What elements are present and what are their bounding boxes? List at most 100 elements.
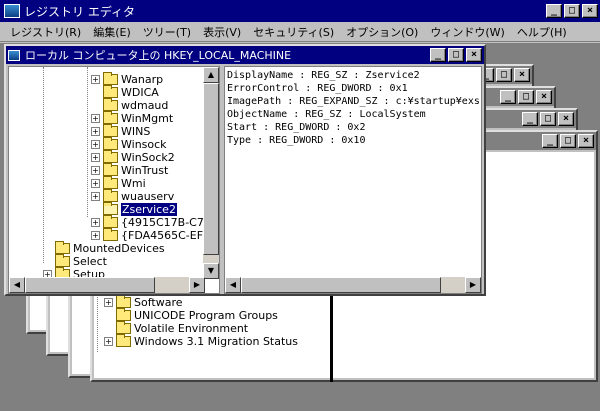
- folder-icon: [103, 111, 118, 124]
- child3-minimize-button[interactable]: _: [522, 112, 538, 126]
- tree-item[interactable]: + Wmi: [91, 176, 146, 190]
- expand-toggle[interactable]: +: [91, 75, 100, 84]
- tree-item[interactable]: Select: [43, 254, 107, 268]
- value-entry[interactable]: Start : REG_DWORD : 0x2: [227, 121, 479, 134]
- value-entry[interactable]: DisplayName : REG_SZ : Zservice2: [227, 69, 479, 82]
- minimize-button[interactable]: _: [546, 4, 562, 18]
- child2-maximize-button[interactable]: □: [518, 90, 534, 104]
- child4-maximize-button[interactable]: □: [560, 134, 576, 148]
- folder-icon: [103, 163, 118, 176]
- maximize-button[interactable]: □: [564, 4, 580, 18]
- tree-item-label: WinTrust: [121, 164, 169, 177]
- hklm-close-button[interactable]: ×: [466, 48, 482, 62]
- expand-toggle[interactable]: +: [91, 127, 100, 136]
- hklm-window[interactable]: ローカル コンピュータ上の HKEY_LOCAL_MACHINE _ □ × +…: [4, 44, 486, 296]
- tree-hscroll-thumb[interactable]: [25, 277, 155, 293]
- folder-icon: [103, 85, 118, 98]
- tree-item[interactable]: + {FDA4565C-EF09: [91, 228, 217, 242]
- hklm-maximize-button[interactable]: □: [448, 48, 464, 62]
- folder-icon: [103, 228, 118, 241]
- tree-item-label: WINS: [121, 125, 151, 138]
- registry-editor-icon: [4, 4, 20, 18]
- child1-maximize-button[interactable]: □: [496, 68, 512, 82]
- expand-toggle[interactable]: +: [91, 192, 100, 201]
- expand-toggle[interactable]: +: [91, 179, 100, 188]
- folder-icon: [55, 241, 70, 254]
- menu-window[interactable]: ウィンドウ(W): [424, 24, 510, 40]
- tree-vertical-scrollbar[interactable]: ▲ ▼: [203, 67, 219, 279]
- app-title: レジストリ エディタ: [24, 4, 135, 19]
- value-entry[interactable]: ErrorControl : REG_DWORD : 0x1: [227, 82, 479, 95]
- tree-item-unicode-program-groups[interactable]: UNICODE Program Groups: [104, 308, 278, 322]
- expand-toggle[interactable]: +: [91, 218, 100, 227]
- folder-icon: [116, 308, 131, 321]
- child3-maximize-button[interactable]: □: [540, 112, 556, 126]
- expand-toggle[interactable]: +: [91, 153, 100, 162]
- folder-icon: [103, 72, 118, 85]
- menu-tree[interactable]: ツリー(T): [137, 24, 197, 40]
- scroll-left-arrow-icon[interactable]: ◀: [9, 277, 25, 293]
- expand-toggle[interactable]: +: [104, 298, 113, 307]
- tree-item-label: Windows 3.1 Migration Status: [134, 335, 299, 348]
- menu-registry[interactable]: レジストリ(R): [4, 24, 87, 40]
- scroll-left-arrow-icon[interactable]: ◀: [225, 277, 241, 293]
- tree-item-windows-31-migration[interactable]: + Windows 3.1 Migration Status: [104, 334, 299, 348]
- scroll-right-arrow-icon[interactable]: ▶: [189, 277, 205, 293]
- menu-help[interactable]: ヘルプ(H): [511, 24, 573, 40]
- tree-item-label: Volatile Environment: [134, 322, 249, 335]
- value-entry[interactable]: Type : REG_DWORD : 0x10: [227, 134, 479, 147]
- tree-item-volatile-environment[interactable]: Volatile Environment: [104, 321, 249, 335]
- tree-item-label: Wanarp: [121, 73, 164, 86]
- child4-minimize-button[interactable]: _: [542, 134, 558, 148]
- tree-item[interactable]: + Wanarp: [91, 72, 164, 86]
- expand-toggle[interactable]: +: [104, 337, 113, 346]
- hklm-window-title: ローカル コンピュータ上の HKEY_LOCAL_MACHINE: [25, 49, 292, 62]
- tree-horizontal-scrollbar[interactable]: ◀ ▶: [9, 277, 205, 293]
- tree-item-label: WinSock2: [121, 151, 175, 164]
- menu-options[interactable]: オプション(O): [340, 24, 424, 40]
- folder-icon: [103, 98, 118, 111]
- menu-view[interactable]: 表示(V): [197, 24, 247, 40]
- expand-toggle[interactable]: +: [91, 140, 100, 149]
- child4-close-button[interactable]: ×: [578, 134, 594, 148]
- child3-close-button[interactable]: ×: [558, 112, 574, 126]
- expand-toggle[interactable]: +: [91, 166, 100, 175]
- folder-icon: [103, 176, 118, 189]
- value-entry[interactable]: ObjectName : REG_SZ : LocalSystem: [227, 108, 479, 121]
- values-hscroll-thumb[interactable]: [241, 277, 441, 293]
- tree-item-label: Software: [134, 296, 183, 309]
- child2-close-button[interactable]: ×: [536, 90, 552, 104]
- tree-item[interactable]: WDICA: [91, 85, 159, 99]
- expand-toggle[interactable]: +: [91, 114, 100, 123]
- menu-edit[interactable]: 編集(E): [87, 24, 137, 40]
- value-entry[interactable]: ImagePath : REG_EXPAND_SZ : c:¥startup¥e…: [227, 95, 480, 108]
- app-title-bar[interactable]: レジストリ エディタ _ □ ×: [0, 0, 600, 22]
- folder-icon: [103, 189, 118, 202]
- close-button[interactable]: ×: [582, 4, 598, 18]
- menu-security[interactable]: セキュリティ(S): [247, 24, 340, 40]
- tree-item-label: Select: [73, 255, 107, 268]
- hklm-minimize-button[interactable]: _: [430, 48, 446, 62]
- tree-item-label: UNICODE Program Groups: [134, 309, 278, 322]
- child2-minimize-button[interactable]: _: [500, 90, 516, 104]
- tree-vscroll-thumb[interactable]: [203, 83, 219, 255]
- folder-icon: [116, 295, 131, 308]
- child1-close-button[interactable]: ×: [514, 68, 530, 82]
- values-horizontal-scrollbar[interactable]: ◀ ▶: [225, 277, 481, 293]
- folder-icon: [103, 124, 118, 137]
- scroll-right-arrow-icon[interactable]: ▶: [465, 277, 481, 293]
- expand-toggle[interactable]: +: [91, 231, 100, 240]
- scroll-down-arrow-icon[interactable]: ▼: [203, 263, 219, 279]
- hklm-window-title-bar[interactable]: ローカル コンピュータ上の HKEY_LOCAL_MACHINE _ □ ×: [6, 46, 484, 64]
- tree-item-label: Wmi: [121, 177, 146, 190]
- tree-item[interactable]: + WINS: [91, 124, 151, 138]
- folder-icon: [116, 321, 131, 334]
- menu-bar: レジストリ(R) 編集(E) ツリー(T) 表示(V) セキュリティ(S) オプ…: [0, 22, 600, 42]
- folder-icon: [103, 215, 118, 228]
- tree-item-label: Zservice2: [121, 203, 177, 216]
- value-pane[interactable]: DisplayName : REG_SZ : Zservice2 ErrorCo…: [224, 66, 482, 294]
- scroll-up-arrow-icon[interactable]: ▲: [203, 67, 219, 83]
- tree-item-label: wuauserv: [121, 190, 175, 203]
- folder-icon: [103, 150, 118, 163]
- key-tree-pane[interactable]: + Wanarp WDICA wdmaud + WinMgmt + WINS + Winsock +…: [8, 66, 220, 294]
